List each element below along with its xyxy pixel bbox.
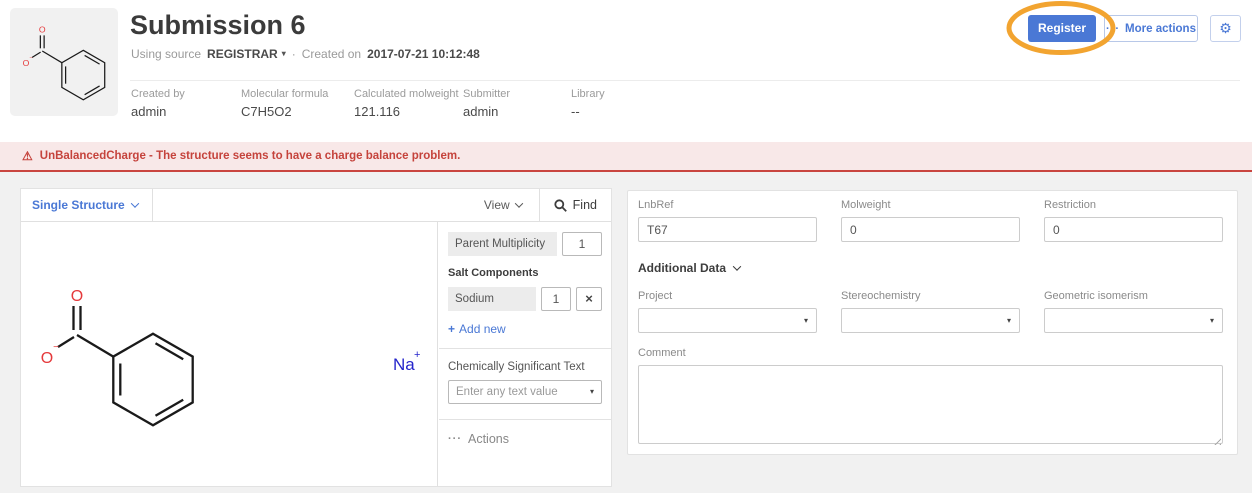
lnbref-label: LnbRef (638, 199, 817, 211)
structure-panel-header: Single Structure View Find (21, 189, 611, 222)
stereochemistry-dropdown[interactable]: ▾ (841, 308, 1020, 333)
structure-mode-label: Single Structure (32, 198, 125, 212)
register-button[interactable]: Register (1028, 15, 1096, 42)
caret-down-icon: ▾ (1210, 317, 1214, 325)
molweight-input[interactable] (841, 217, 1020, 242)
settings-button[interactable]: ⚙ (1210, 15, 1241, 42)
field-geometric-isomerism: Geometric isomerism ▾ (1044, 290, 1223, 333)
actions-label: Actions (468, 432, 509, 446)
salt-multiplicity-input[interactable] (541, 287, 571, 311)
parent-multiplicity-input[interactable] (562, 232, 602, 256)
warning-banner: ⚠ UnBalancedCharge - The structure seems… (0, 142, 1252, 172)
structure-mode-dropdown[interactable]: Single Structure (21, 189, 153, 221)
add-new-salt-link[interactable]: + Add new (448, 322, 602, 336)
geometric-isomerism-label: Geometric isomerism (1044, 290, 1223, 302)
sodium-atom-label: Na (393, 355, 415, 374)
structure-canvas[interactable]: Na + (21, 222, 438, 486)
divider (439, 419, 611, 420)
comment-textarea[interactable] (638, 365, 1223, 444)
more-actions-button[interactable]: ··· More actions (1104, 15, 1198, 42)
warning-icon: ⚠ (22, 150, 33, 162)
created-on-label: Created on (302, 47, 361, 61)
ellipsis-icon: ··· (448, 433, 462, 445)
chevron-down-icon (130, 199, 138, 207)
cst-placeholder: Enter any text value (456, 386, 558, 398)
caret-down-icon: ▾ (282, 50, 286, 58)
lnbref-input[interactable] (638, 217, 817, 242)
field-stereochemistry: Stereochemistry ▾ (841, 290, 1020, 333)
chevron-down-icon (733, 262, 741, 270)
created-on-value: 2017-07-21 10:12:48 (367, 47, 480, 61)
metadata-row: Created by admin Molecular formula C7H5O… (131, 88, 661, 119)
meta-submitter: Submitter admin (463, 88, 571, 119)
structure-thumbnail: O O − (10, 8, 118, 116)
salt-name: Sodium (448, 287, 536, 311)
add-new-label: Add new (459, 322, 506, 336)
search-icon (554, 199, 567, 212)
actions-menu[interactable]: ··· Actions (448, 432, 602, 446)
comment-label: Comment (638, 347, 1223, 359)
remove-salt-button[interactable]: × (576, 287, 602, 311)
plus-charge-label: + (414, 349, 420, 361)
meta-calculated-molweight: Calculated molweight 121.116 (354, 88, 463, 119)
stereochemistry-label: Stereochemistry (841, 290, 1020, 302)
benzoate-structure-drawing: Na + (21, 222, 438, 486)
chevron-down-icon (514, 199, 522, 207)
details-card: LnbRef Molweight Restriction Additional … (627, 190, 1238, 455)
more-actions-label: More actions (1125, 23, 1196, 35)
structure-card: Single Structure View Find Na + (20, 188, 612, 487)
field-lnbref: LnbRef (638, 199, 817, 242)
submission-subline: Using source REGISTRAR ▾ · Created on 20… (131, 47, 480, 61)
restriction-input[interactable] (1044, 217, 1223, 242)
salt-components-heading: Salt Components (448, 267, 602, 279)
field-project: Project ▾ (638, 290, 817, 333)
caret-down-icon: ▾ (1007, 317, 1011, 325)
find-button[interactable]: Find (540, 189, 611, 221)
header-divider (130, 80, 1240, 81)
caret-down-icon: ▾ (804, 317, 808, 325)
components-panel: Parent Multiplicity Salt Components Sodi… (439, 222, 611, 486)
parent-multiplicity-label: Parent Multiplicity (448, 232, 557, 256)
using-source-label: Using source (131, 47, 201, 61)
close-icon: × (585, 291, 593, 306)
view-label: View (484, 198, 510, 212)
divider (439, 348, 611, 349)
find-label: Find (573, 198, 597, 212)
restriction-label: Restriction (1044, 199, 1223, 211)
ellipsis-icon: ··· (1106, 23, 1120, 35)
benzoate-thumbnail-drawing: O O − (10, 8, 118, 116)
view-dropdown[interactable]: View (467, 189, 540, 221)
project-dropdown[interactable]: ▾ (638, 308, 817, 333)
warning-text: UnBalancedCharge - The structure seems t… (40, 150, 461, 162)
cst-combobox[interactable]: Enter any text value ▾ (448, 380, 602, 404)
meta-library: Library -- (571, 88, 661, 119)
molweight-label: Molweight (841, 199, 1020, 211)
salt-component-row: Sodium × (448, 287, 602, 311)
meta-molecular-formula: Molecular formula C7H5O2 (241, 88, 354, 119)
source-value: REGISTRAR (207, 47, 278, 61)
field-molweight: Molweight (841, 199, 1020, 242)
dot-separator: · (292, 47, 296, 61)
page-header: O O − Submission 6 Using source REGISTRA… (0, 0, 1252, 142)
geometric-isomerism-dropdown[interactable]: ▾ (1044, 308, 1223, 333)
project-label: Project (638, 290, 817, 302)
field-restriction: Restriction (1044, 199, 1223, 242)
gear-icon: ⚙ (1219, 20, 1232, 36)
page-title: Submission 6 (130, 10, 306, 41)
cst-label: Chemically Significant Text (448, 361, 602, 373)
additional-data-label: Additional Data (638, 261, 726, 275)
source-dropdown[interactable]: REGISTRAR ▾ (207, 47, 286, 61)
additional-data-toggle[interactable]: Additional Data (638, 261, 1223, 275)
caret-down-icon: ▾ (590, 388, 594, 396)
plus-icon: + (448, 322, 455, 336)
meta-created-by: Created by admin (131, 88, 241, 119)
